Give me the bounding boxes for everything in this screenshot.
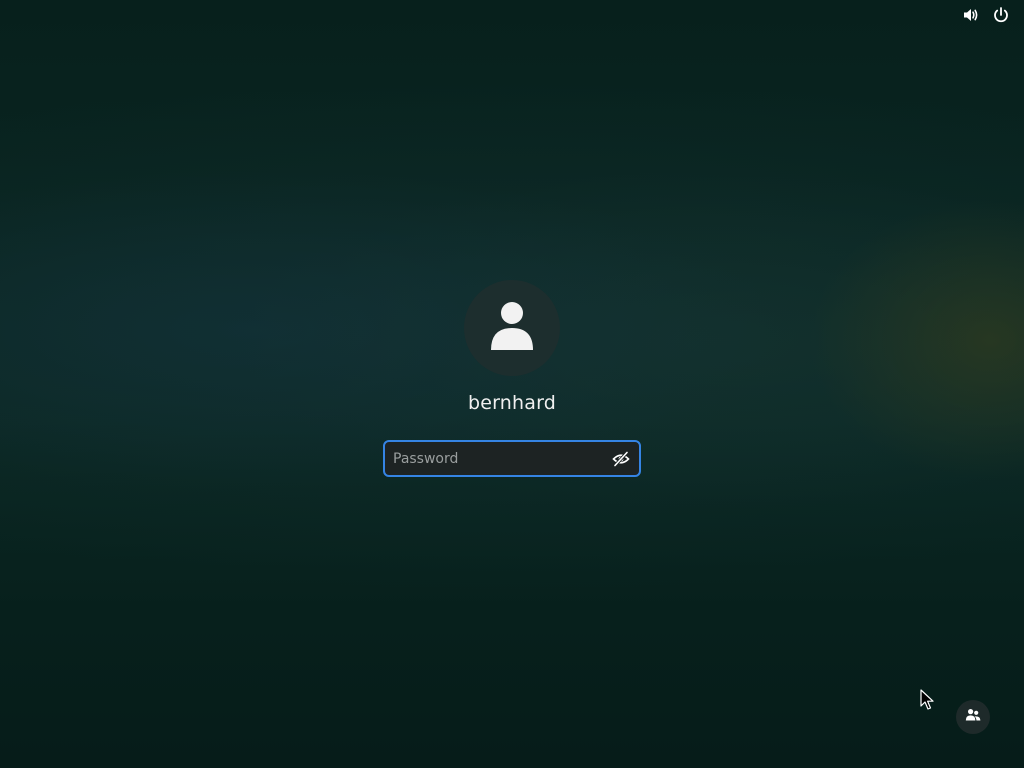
power-icon[interactable]	[992, 6, 1010, 24]
system-status-area	[962, 6, 1010, 24]
switch-user-button[interactable]	[956, 700, 990, 734]
password-input[interactable]	[385, 442, 611, 475]
users-icon	[965, 707, 981, 727]
user-avatar	[464, 280, 560, 376]
password-field[interactable]	[383, 440, 641, 477]
login-dialog: bernhard	[0, 280, 1024, 477]
username-label: bernhard	[467, 392, 557, 414]
user-avatar-icon	[488, 300, 536, 356]
mouse-pointer-icon	[920, 689, 934, 711]
volume-icon[interactable]	[962, 6, 980, 24]
eye-hidden-icon[interactable]	[611, 449, 631, 469]
